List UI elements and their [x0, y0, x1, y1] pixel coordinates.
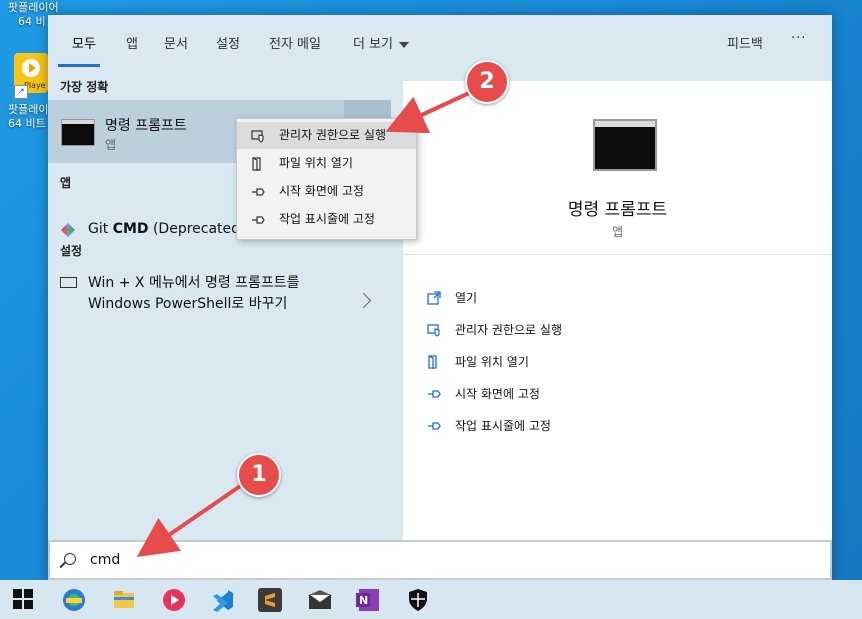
callout-step-1: 1: [237, 453, 281, 497]
arrow-to-search-box: [136, 476, 254, 558]
annotation-arrows: [136, 86, 481, 558]
callout-step-2: 2: [465, 60, 509, 104]
